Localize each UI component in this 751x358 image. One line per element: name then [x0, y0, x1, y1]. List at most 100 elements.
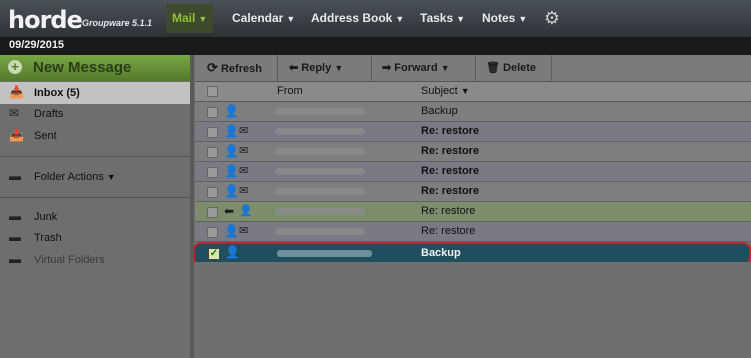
top-navigation-bar: horde Groupware 5.1.1 Mail ▼ Calendar ▼ Ad…	[0, 0, 751, 37]
message-subject: Re: restore	[421, 125, 480, 137]
reply-arrow-icon: ⬅	[289, 62, 299, 74]
row-checkbox[interactable]	[207, 187, 218, 198]
envelope-icon: ✉	[239, 165, 249, 177]
gear-icon[interactable]: ⚙	[542, 8, 562, 28]
sidebar-divider	[0, 156, 190, 157]
blurred-sender	[275, 108, 365, 115]
select-all-checkbox[interactable]	[207, 86, 218, 97]
forward-arrow-icon: ➡	[382, 62, 392, 74]
sidebar-item-trash[interactable]: ▬ Trash	[0, 227, 190, 249]
envelope-icon: ✉	[239, 125, 249, 137]
chevron-down-icon: ▼	[198, 14, 208, 24]
refresh-button[interactable]: ⟳ Refresh	[207, 55, 262, 81]
blurred-sender	[275, 188, 365, 195]
sidebar-splitter[interactable]	[190, 55, 194, 358]
sidebar-item-label: Inbox (5)	[34, 87, 80, 99]
chevron-down-icon: ▼	[106, 172, 116, 182]
sidebar-item-junk[interactable]: ▬ Junk	[0, 206, 190, 228]
message-subject: Backup	[421, 105, 458, 117]
message-row[interactable]: ⬅ 👤 Re: restore	[195, 202, 751, 222]
nav-calendar-label: Calendar	[232, 11, 284, 25]
person-icon: 👤	[224, 104, 239, 118]
drafts-icon: ✉	[9, 106, 20, 120]
sidebar-item-sent[interactable]: 📤 Sent	[0, 125, 190, 147]
refresh-icon: ⟳	[207, 60, 218, 75]
sidebar-item-virtual-folders[interactable]: ▬ Virtual Folders	[0, 249, 190, 271]
person-icon: 👤	[224, 164, 239, 178]
plus-icon: +	[8, 60, 22, 74]
column-from[interactable]: From	[277, 85, 303, 97]
forward-button[interactable]: ➡ Forward ▼	[382, 55, 450, 81]
inbox-icon: 📥	[9, 85, 24, 99]
folder-icon: ▬	[9, 169, 21, 183]
person-icon: 👤	[224, 224, 239, 238]
message-toolbar: ⟳ Refresh ⬅ Reply ▼ ➡ Forward ▼ 🗑 Delete	[195, 55, 751, 82]
replied-arrow-icon: ⬅	[224, 204, 235, 218]
message-subject: Re: restore	[421, 165, 480, 177]
toolbar-separator	[371, 55, 372, 81]
reply-label: Reply	[301, 62, 332, 74]
sidebar-divider	[0, 197, 190, 198]
sidebar-item-inbox[interactable]: 📥 Inbox (5)	[0, 82, 190, 104]
row-checkbox[interactable]	[207, 147, 218, 158]
row-checkbox[interactable]	[207, 227, 218, 238]
nav-calendar[interactable]: Calendar ▼	[232, 0, 295, 37]
person-icon: 👤	[239, 205, 253, 217]
blurred-sender	[275, 168, 365, 175]
refresh-label: Refresh	[220, 63, 262, 75]
blurred-sender	[277, 250, 372, 257]
folder-actions-label: Folder Actions ▼	[34, 171, 116, 183]
sidebar-item-label: Junk	[34, 211, 58, 223]
row-checkbox[interactable]	[207, 167, 218, 178]
delete-label: Delete	[503, 62, 537, 74]
message-list-empty-area	[195, 262, 751, 358]
nav-address-book-label: Address Book	[311, 11, 393, 25]
horde-logo: horde	[8, 6, 83, 34]
column-subject[interactable]: Subject ▼	[421, 85, 470, 97]
person-icon: 👤	[224, 124, 239, 138]
folder-icon: ▬	[9, 230, 21, 244]
delete-button[interactable]: 🗑 Delete	[486, 55, 536, 81]
message-subject: Backup	[421, 247, 461, 259]
message-subject: Re: restore	[421, 225, 476, 237]
chevron-down-icon: ▼	[395, 14, 405, 24]
nav-notes-label: Notes	[482, 11, 516, 25]
toolbar-separator	[475, 55, 476, 81]
row-checkbox[interactable]	[207, 107, 218, 118]
message-subject: Re: restore	[421, 205, 476, 217]
nav-mail[interactable]: Mail ▼	[166, 4, 214, 33]
message-row[interactable]: 👤 Backup	[195, 102, 751, 122]
message-subject: Re: restore	[421, 185, 480, 197]
nav-address-book[interactable]: Address Book ▼	[311, 0, 404, 37]
sidebar-item-label: Drafts	[34, 108, 64, 120]
person-icon: 👤	[225, 245, 240, 259]
virtual-folder-icon: ▬	[9, 252, 21, 266]
message-row[interactable]: 👤 ✉ Re: restore	[195, 182, 751, 202]
app-version: Groupware 5.1.1	[82, 18, 153, 28]
chevron-down-icon: ▼	[286, 14, 296, 24]
checked-checkbox[interactable]: ✓	[208, 248, 220, 260]
row-checkbox[interactable]	[207, 207, 218, 218]
message-row[interactable]: 👤 ✉ Re: restore	[195, 222, 751, 242]
reply-button[interactable]: ⬅ Reply ▼	[289, 55, 343, 81]
nav-tasks-label: Tasks	[420, 11, 454, 25]
forward-label: Forward	[394, 62, 438, 74]
trash-icon: 🗑	[486, 62, 500, 74]
sidebar-item-label: Trash	[34, 232, 62, 244]
sidebar-item-label: Virtual Folders	[34, 254, 105, 266]
date-bar: 09/29/2015	[0, 37, 751, 55]
toolbar-separator	[277, 55, 278, 81]
message-row[interactable]: 👤 ✉ Re: restore	[195, 142, 751, 162]
chevron-down-icon: ▼	[334, 63, 344, 73]
folder-actions-menu[interactable]: ▬ Folder Actions ▼	[0, 166, 190, 188]
chevron-down-icon: ▼	[456, 14, 466, 24]
message-row[interactable]: 👤 ✉ Re: restore	[195, 122, 751, 142]
message-row[interactable]: 👤 ✉ Re: restore	[195, 162, 751, 182]
new-message-button[interactable]: + New Message	[0, 55, 190, 81]
nav-tasks[interactable]: Tasks ▼	[420, 0, 465, 37]
row-checkbox[interactable]	[207, 127, 218, 138]
folder-icon: ▬	[9, 209, 21, 223]
sidebar-item-drafts[interactable]: ✉ Drafts	[0, 103, 190, 125]
nav-notes[interactable]: Notes ▼	[482, 0, 527, 37]
new-message-label: New Message	[33, 59, 132, 76]
